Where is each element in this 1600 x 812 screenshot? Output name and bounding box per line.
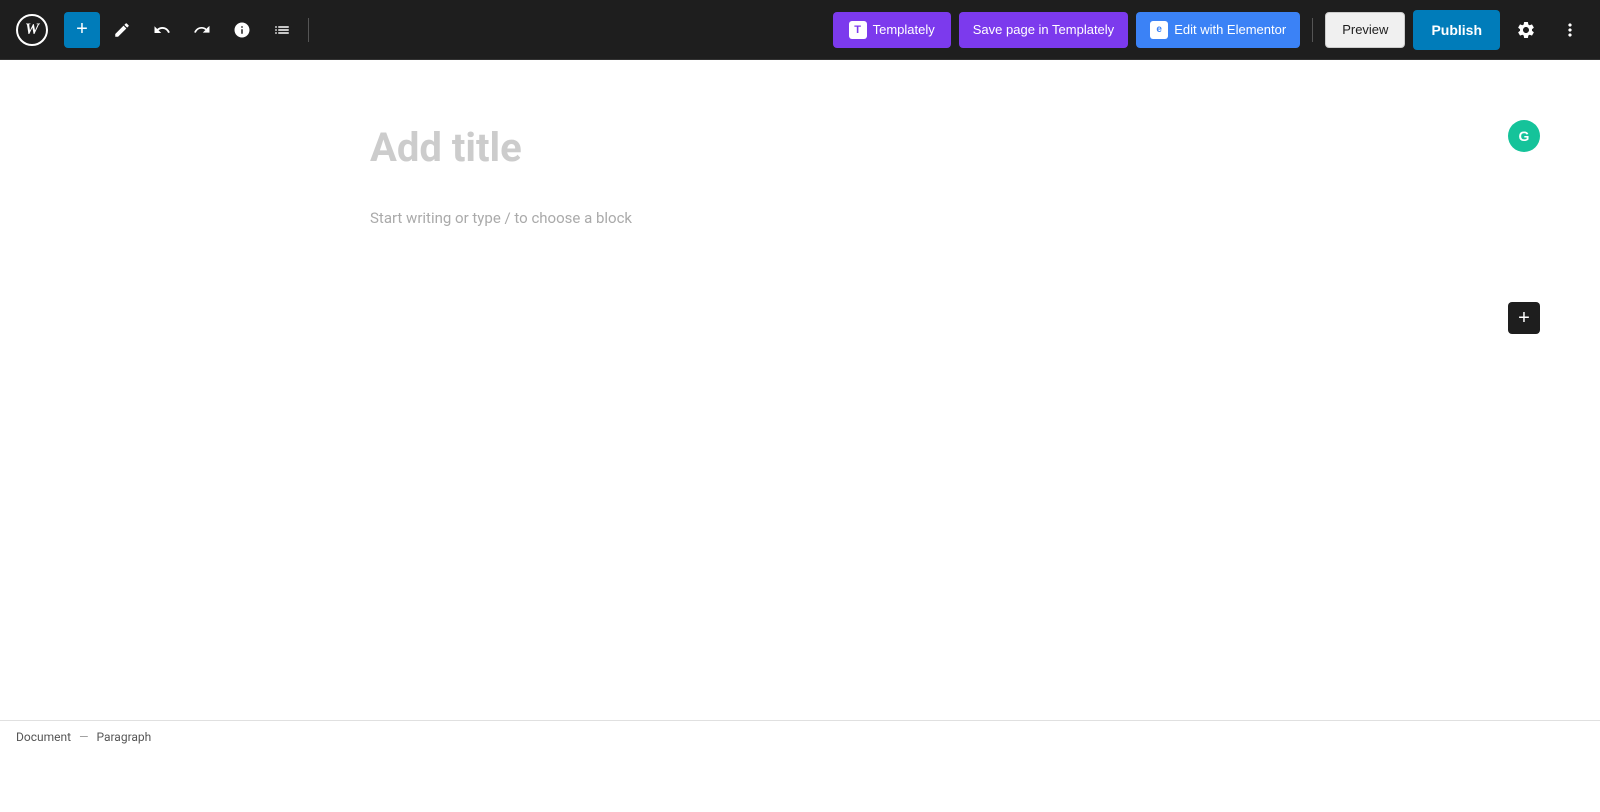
- more-vertical-icon: [1560, 20, 1580, 40]
- more-options-button[interactable]: [1552, 12, 1588, 48]
- info-icon: [233, 21, 251, 39]
- templately-label: Templately: [873, 22, 935, 37]
- toolbar-divider-2: [1312, 18, 1313, 42]
- preview-button[interactable]: Preview: [1325, 12, 1405, 48]
- add-block-button[interactable]: +: [64, 12, 100, 48]
- elementor-label: Edit with Elementor: [1174, 22, 1286, 37]
- status-document: Document: [16, 730, 71, 744]
- wordpress-logo-icon: W: [16, 14, 48, 46]
- save-templately-label: Save page in Templately: [973, 22, 1114, 37]
- templately-icon: T: [849, 21, 867, 39]
- publish-button[interactable]: Publish: [1413, 10, 1500, 50]
- settings-button[interactable]: [1508, 12, 1544, 48]
- edit-button[interactable]: [104, 12, 140, 48]
- info-button[interactable]: [224, 12, 260, 48]
- add-block-float-icon: +: [1518, 307, 1530, 330]
- save-templately-button[interactable]: Save page in Templately: [959, 12, 1128, 48]
- templately-button[interactable]: T Templately: [833, 12, 951, 48]
- undo-button[interactable]: [144, 12, 180, 48]
- status-paragraph: Paragraph: [96, 730, 151, 744]
- gear-icon: [1516, 20, 1536, 40]
- status-separator: —: [79, 730, 88, 744]
- editor-area: Add title Start writing or type / to cho…: [370, 60, 1230, 720]
- list-view-button[interactable]: [264, 12, 300, 48]
- post-title[interactable]: Add title: [370, 120, 1230, 175]
- undo-icon: [153, 21, 171, 39]
- redo-icon: [193, 21, 211, 39]
- toolbar-right: T Templately Save page in Templately e E…: [833, 10, 1588, 50]
- publish-label: Publish: [1431, 22, 1482, 38]
- add-block-float-button[interactable]: +: [1508, 302, 1540, 334]
- main-content: Add title Start writing or type / to cho…: [0, 60, 1600, 720]
- wordpress-logo-button[interactable]: W: [12, 10, 52, 50]
- elementor-button[interactable]: e Edit with Elementor: [1136, 12, 1300, 48]
- redo-button[interactable]: [184, 12, 220, 48]
- block-placeholder[interactable]: Start writing or type / to choose a bloc…: [370, 205, 1230, 231]
- add-block-label: +: [76, 18, 88, 41]
- grammarly-button[interactable]: G: [1508, 120, 1540, 152]
- pencil-icon: [113, 21, 131, 39]
- preview-label: Preview: [1342, 22, 1388, 37]
- elementor-icon: e: [1150, 21, 1168, 39]
- status-bar: Document — Paragraph: [0, 720, 1600, 752]
- toolbar: W + T Tem: [0, 0, 1600, 60]
- grammarly-icon: G: [1519, 128, 1530, 144]
- list-view-icon: [273, 21, 291, 39]
- floating-right-panel: G +: [1508, 120, 1540, 334]
- toolbar-divider-1: [308, 18, 309, 42]
